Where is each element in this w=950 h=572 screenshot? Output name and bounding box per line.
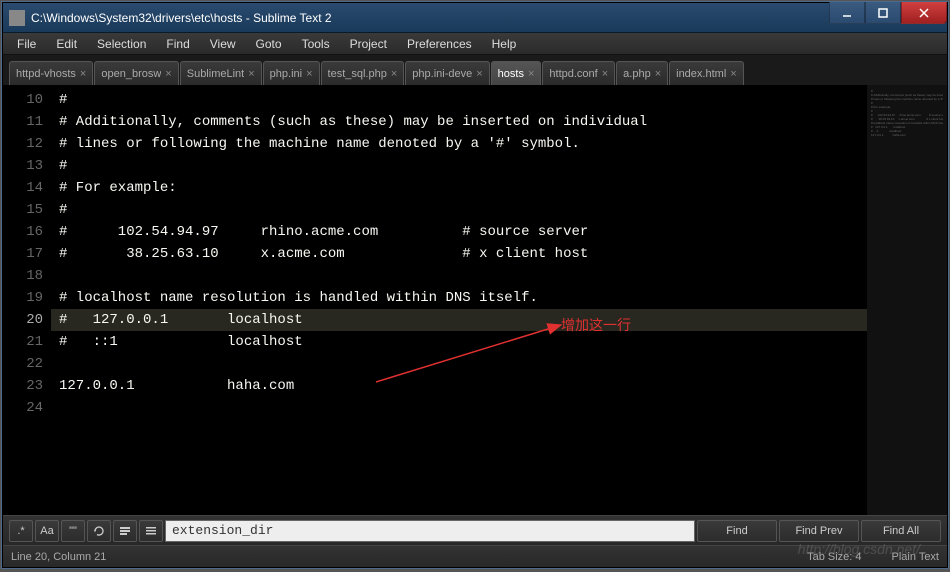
line-number: 13: [3, 155, 43, 177]
code-line: # 38.25.63.10 x.acme.com # x client host: [51, 243, 867, 265]
tab-open-brosw[interactable]: open_brosw ×: [94, 61, 178, 85]
tab-label: index.html: [676, 68, 726, 80]
tab-label: open_brosw: [101, 68, 161, 80]
tab-close-icon[interactable]: ×: [80, 68, 86, 80]
find-input[interactable]: [165, 520, 695, 542]
menu-project[interactable]: Project: [340, 35, 397, 53]
tab-label: httpd.conf: [549, 68, 597, 80]
tab-close-icon[interactable]: ×: [528, 68, 534, 80]
find-in-selection-toggle[interactable]: [113, 520, 137, 542]
code-line: # ::1 localhost: [51, 331, 867, 353]
line-number: 21: [3, 331, 43, 353]
tab-label: httpd-vhosts: [16, 68, 76, 80]
code-line: # 102.54.94.97 rhino.acme.com # source s…: [51, 221, 867, 243]
find-wrap-toggle[interactable]: [87, 520, 111, 542]
tab-close-icon[interactable]: ×: [602, 68, 608, 80]
window-title: C:\Windows\System32\drivers\etc\hosts - …: [31, 11, 332, 25]
find-regex-toggle[interactable]: .*: [9, 520, 33, 542]
gutter: 101112131415161718192021222324: [3, 85, 51, 515]
menu-selection[interactable]: Selection: [87, 35, 156, 53]
menu-find[interactable]: Find: [156, 35, 199, 53]
find-prev-button[interactable]: Find Prev: [779, 520, 859, 542]
tab-close-icon[interactable]: ×: [655, 68, 661, 80]
line-number: 12: [3, 133, 43, 155]
status-position: Line 20, Column 21: [11, 551, 106, 563]
menu-tools[interactable]: Tools: [292, 35, 340, 53]
tab-close-icon[interactable]: ×: [476, 68, 482, 80]
code-content[interactable]: ## Additionally, comments (such as these…: [51, 85, 867, 515]
tab-label: a.php: [623, 68, 651, 80]
find-button[interactable]: Find: [697, 520, 777, 542]
tab-label: test_sql.php: [328, 68, 387, 80]
tab-a-php[interactable]: a.php ×: [616, 61, 668, 85]
tab-close-icon[interactable]: ×: [391, 68, 397, 80]
code-line: # Additionally, comments (such as these)…: [51, 111, 867, 133]
tab-httpd-conf[interactable]: httpd.conf ×: [542, 61, 615, 85]
status-syntax[interactable]: Plain Text: [892, 551, 940, 563]
close-button[interactable]: [901, 2, 947, 24]
code-line: 127.0.0.1 haha.com: [51, 375, 867, 397]
menu-help[interactable]: Help: [482, 35, 527, 53]
code-line: # localhost name resolution is handled w…: [51, 287, 867, 309]
tab-close-icon[interactable]: ×: [165, 68, 171, 80]
tab-label: php.ini: [270, 68, 302, 80]
line-number: 11: [3, 111, 43, 133]
minimize-button[interactable]: [829, 2, 865, 24]
tab-label: php.ini-deve: [412, 68, 472, 80]
code-line: [51, 397, 867, 419]
menu-goto[interactable]: Goto: [246, 35, 292, 53]
tab-hosts[interactable]: hosts ×: [491, 61, 542, 85]
tab-php-ini[interactable]: php.ini ×: [263, 61, 320, 85]
editor[interactable]: 101112131415161718192021222324 ## Additi…: [3, 85, 947, 515]
tab-close-icon[interactable]: ×: [306, 68, 312, 80]
find-highlight-toggle[interactable]: [139, 520, 163, 542]
line-number: 17: [3, 243, 43, 265]
code-line: [51, 265, 867, 287]
find-all-button[interactable]: Find All: [861, 520, 941, 542]
menu-file[interactable]: File: [7, 35, 46, 53]
line-number: 14: [3, 177, 43, 199]
line-number: 24: [3, 397, 43, 419]
menubar: FileEditSelectionFindViewGotoToolsProjec…: [3, 33, 947, 55]
code-line: [51, 353, 867, 375]
find-case-toggle[interactable]: Aa: [35, 520, 59, 542]
tab-index-html[interactable]: index.html ×: [669, 61, 744, 85]
app-icon: [9, 10, 25, 26]
find-word-toggle[interactable]: "": [61, 520, 85, 542]
tab-label: SublimeLint: [187, 68, 244, 80]
minimap[interactable]: ## Additionally, comments (such as these…: [867, 85, 947, 515]
titlebar[interactable]: C:\Windows\System32\drivers\etc\hosts - …: [3, 3, 947, 33]
tab-close-icon[interactable]: ×: [730, 68, 736, 80]
tab-httpd-vhosts[interactable]: httpd-vhosts ×: [9, 61, 93, 85]
tab-test-sql-php[interactable]: test_sql.php ×: [321, 61, 405, 85]
tab-php-ini-deve[interactable]: php.ini-deve ×: [405, 61, 489, 85]
code-line: #: [51, 199, 867, 221]
status-tabsize[interactable]: Tab Size: 4: [807, 551, 861, 563]
line-number: 16: [3, 221, 43, 243]
menu-preferences[interactable]: Preferences: [397, 35, 482, 53]
line-number: 15: [3, 199, 43, 221]
code-line: #: [51, 89, 867, 111]
line-number: 19: [3, 287, 43, 309]
line-number: 22: [3, 353, 43, 375]
line-number: 18: [3, 265, 43, 287]
find-bar: .* Aa "" Find Find Prev Find All: [3, 515, 947, 545]
code-line: # For example:: [51, 177, 867, 199]
tabbar: httpd-vhosts×open_brosw×SublimeLint×php.…: [3, 55, 947, 85]
menu-view[interactable]: View: [200, 35, 246, 53]
menu-edit[interactable]: Edit: [46, 35, 87, 53]
tab-label: hosts: [498, 68, 524, 80]
tab-close-icon[interactable]: ×: [248, 68, 254, 80]
line-number: 10: [3, 89, 43, 111]
maximize-button[interactable]: [865, 2, 901, 24]
tab-sublimelint[interactable]: SublimeLint ×: [180, 61, 262, 85]
line-number: 20: [3, 309, 43, 331]
code-line: # 127.0.0.1 localhost: [51, 309, 867, 331]
code-line: # lines or following the machine name de…: [51, 133, 867, 155]
line-number: 23: [3, 375, 43, 397]
statusbar: Line 20, Column 21 Tab Size: 4 Plain Tex…: [3, 545, 947, 567]
code-line: #: [51, 155, 867, 177]
